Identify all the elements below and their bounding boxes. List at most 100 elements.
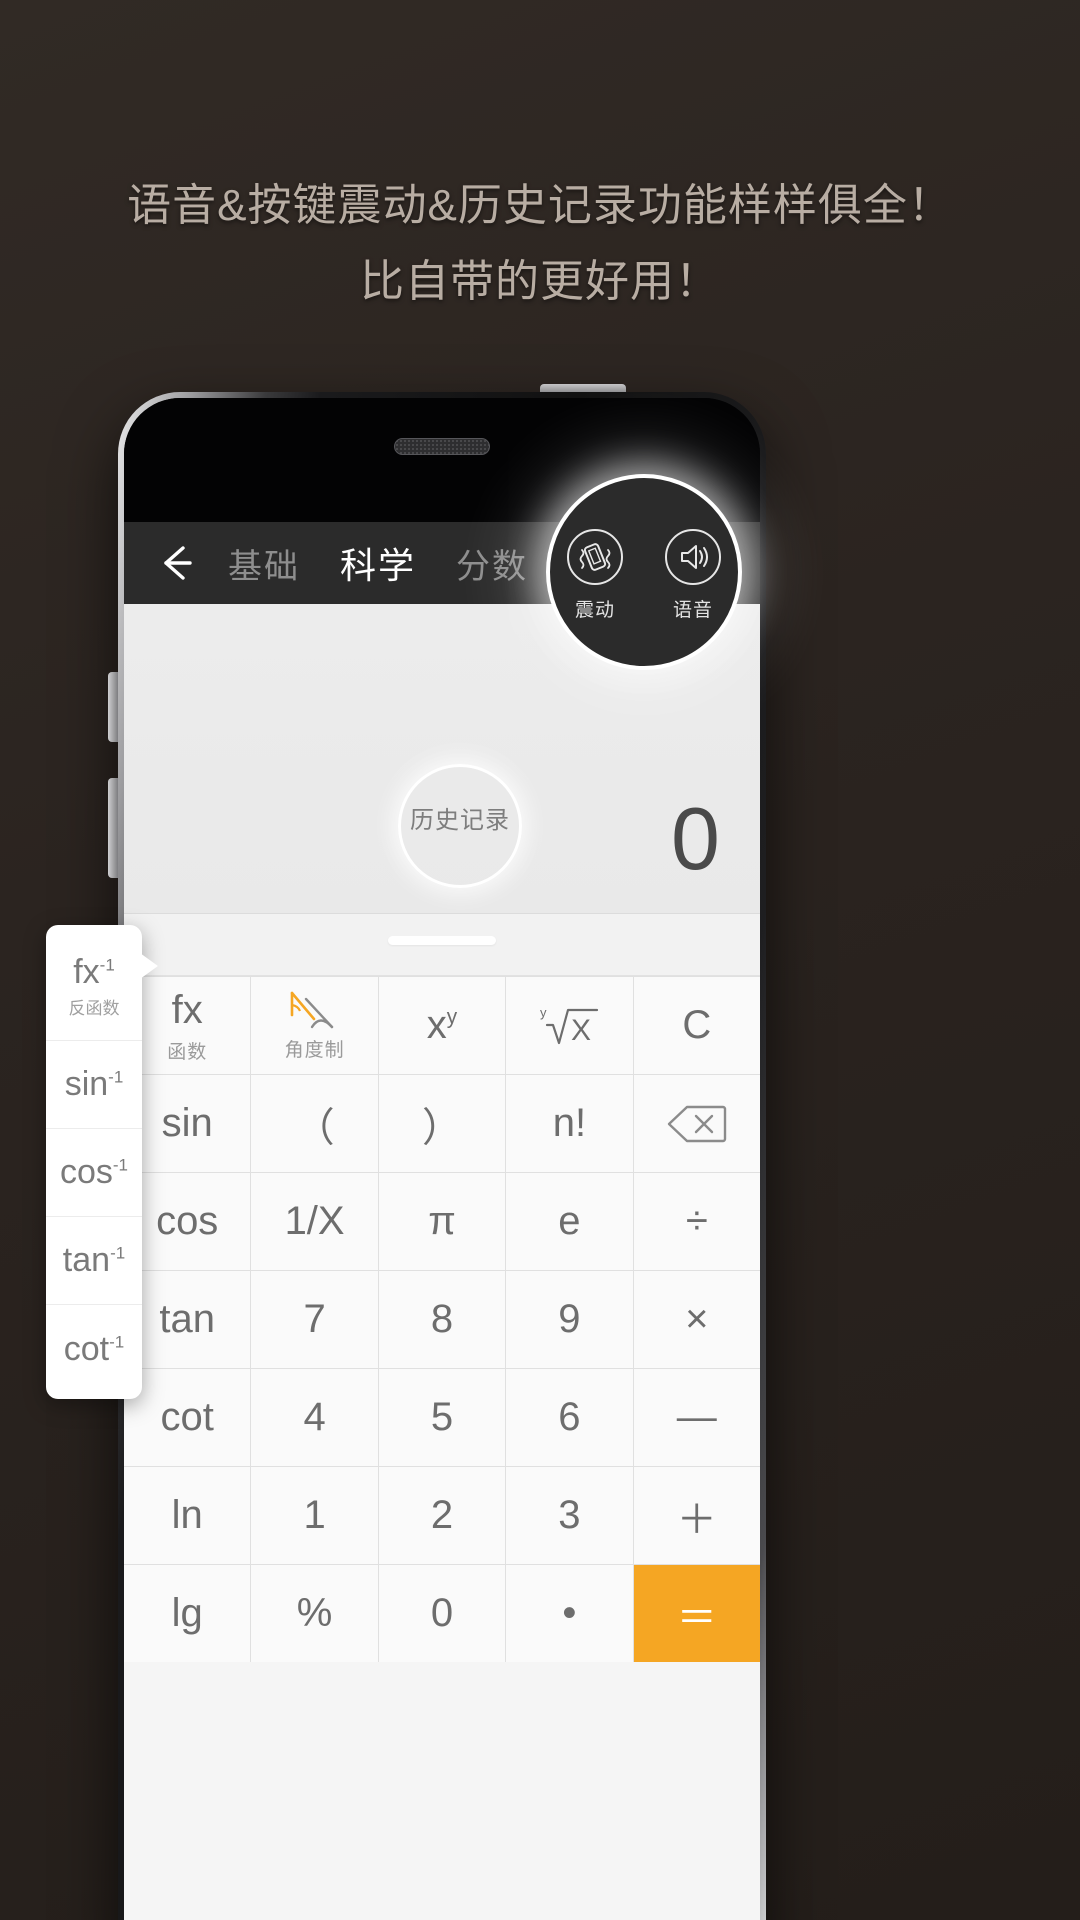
- key-label: 8: [430, 1297, 454, 1341]
- key-2[interactable]: 2: [378, 1467, 506, 1564]
- vibrate-label: 震动: [574, 599, 615, 621]
- key-label: 1: [303, 1493, 326, 1537]
- promo-headline-line2: 比自带的更好用！: [360, 257, 720, 306]
- key-7[interactable]: 7: [251, 1271, 378, 1368]
- voice-label: 语音: [672, 599, 713, 621]
- speaker-icon: [681, 544, 708, 569]
- tab-fraction[interactable]: 分数: [456, 539, 528, 588]
- key-4[interactable]: 4: [251, 1369, 378, 1466]
- key-label: C: [682, 1003, 712, 1047]
- key-c[interactable]: C: [633, 977, 760, 1074]
- calculator-keypad: fx 函数 角度制 xy y X Csin （） n! cos 1/X π e ÷ tan 7 8 9 × cot 4 5…: [124, 976, 760, 1662]
- inverse-item-label: sin-1: [64, 1065, 124, 1103]
- tools-spotlight: 震动 语音: [546, 474, 742, 670]
- svg-text:y: y: [540, 1005, 547, 1020]
- svg-text:X: X: [571, 1014, 591, 1047]
- key-9[interactable]: 9: [506, 1271, 633, 1368]
- key-label: %: [296, 1591, 333, 1635]
- key-label: （: [294, 1105, 335, 1150]
- key-0[interactable]: 0: [378, 1565, 506, 1662]
- vibrate-tool[interactable]: 震动: [553, 528, 637, 622]
- key-×[interactable]: ×: [633, 1271, 760, 1368]
- key-label: n!: [552, 1101, 587, 1145]
- key-π[interactable]: π: [378, 1173, 506, 1270]
- key-label: tan: [159, 1297, 215, 1341]
- mode-tabs: 基础 科学 分数: [228, 537, 528, 589]
- key-cot[interactable]: cot: [124, 1369, 251, 1466]
- key-label: •: [562, 1591, 577, 1635]
- key-label: 6: [558, 1395, 581, 1439]
- key-label: 4: [303, 1395, 326, 1439]
- inverse-item-tan[interactable]: tan-1: [46, 1217, 142, 1305]
- tab-basic[interactable]: 基础: [228, 539, 300, 588]
- history-strip[interactable]: [124, 914, 760, 976]
- key-3[interactable]: 3: [506, 1467, 633, 1564]
- key-（[interactable]: （: [251, 1075, 378, 1172]
- key-label: 7: [303, 1297, 326, 1341]
- key-label: lg: [171, 1591, 203, 1635]
- inverse-item-label: cot-1: [63, 1329, 125, 1368]
- key-x[interactable]: xy: [378, 977, 506, 1074]
- key-＝[interactable]: ＝: [633, 1565, 760, 1662]
- key-label: sin: [161, 1101, 213, 1145]
- key-%[interactable]: %: [251, 1565, 378, 1662]
- key-label: xy: [426, 1003, 458, 1047]
- key-tan[interactable]: tan: [124, 1271, 251, 1368]
- backspace-icon: [667, 1105, 726, 1142]
- key-sublabel: 函数: [167, 1041, 208, 1063]
- voice-tool[interactable]: 语音: [651, 528, 735, 622]
- key-）[interactable]: ）: [378, 1075, 506, 1172]
- key-cos[interactable]: cos: [124, 1173, 251, 1270]
- key-label: 5: [430, 1395, 454, 1439]
- key-angle[interactable]: 角度制: [251, 977, 378, 1074]
- key-—[interactable]: —: [633, 1369, 760, 1466]
- key-6[interactable]: 6: [506, 1369, 633, 1466]
- key-÷[interactable]: ÷: [633, 1173, 760, 1270]
- key-sublabel: 角度制: [284, 1040, 345, 1061]
- key-nth-root[interactable]: yX: [506, 977, 633, 1074]
- key-label: ÷: [685, 1199, 708, 1243]
- back-arrow-icon[interactable]: [154, 540, 200, 586]
- key-label: 9: [558, 1297, 581, 1341]
- key-label: —: [676, 1395, 717, 1439]
- key-label: cot: [160, 1395, 214, 1439]
- phone-volume-down-button: [108, 778, 118, 878]
- key-1/x[interactable]: 1/X: [251, 1173, 378, 1270]
- key-label: 2: [430, 1493, 454, 1537]
- phone-volume-up-button: [108, 672, 118, 742]
- history-drag-handle[interactable]: [388, 936, 496, 945]
- key-backspace[interactable]: [633, 1075, 760, 1172]
- key-label: e: [558, 1199, 581, 1243]
- inverse-item-label: cos-1: [59, 1153, 129, 1191]
- key-label: 3: [558, 1493, 581, 1537]
- inverse-item-cos[interactable]: cos-1: [46, 1129, 142, 1217]
- speaker-icon-ring: [665, 528, 721, 585]
- key-5[interactable]: 5: [378, 1369, 506, 1466]
- promo-screenshot: 语音&按键震动&历史记录功能样样俱全！ 比自带的更好用！ 基础 科学 分数 0 …: [0, 0, 1080, 1920]
- inverse-item-label: fx-1: [73, 952, 115, 991]
- key-label: fx: [171, 987, 203, 1032]
- inverse-item-sin[interactable]: sin-1: [46, 1041, 142, 1129]
- inverse-function-popup: fx-1 反函数 sin-1 cos-1 tan-1 cot-1: [46, 925, 158, 1399]
- tab-scientific[interactable]: 科学: [340, 537, 416, 589]
- vibrate-icon: [579, 542, 611, 571]
- key-e[interactable]: e: [506, 1173, 633, 1270]
- key-label: ＝: [676, 1595, 717, 1640]
- key-label: 1/X: [284, 1199, 345, 1243]
- key-ln[interactable]: ln: [124, 1467, 251, 1564]
- key-1[interactable]: 1: [251, 1467, 378, 1564]
- inverse-item-cot[interactable]: cot-1: [46, 1305, 142, 1393]
- key-•[interactable]: •: [506, 1565, 633, 1662]
- key-label: cos: [156, 1199, 219, 1243]
- display-value: 0: [671, 789, 720, 888]
- key-n![interactable]: n!: [506, 1075, 633, 1172]
- inverse-item-fx[interactable]: fx-1 反函数: [46, 931, 142, 1041]
- key-＋[interactable]: ＋: [633, 1467, 760, 1564]
- key-lg[interactable]: lg: [124, 1565, 251, 1662]
- key-8[interactable]: 8: [378, 1271, 506, 1368]
- inverse-item-label: tan-1: [62, 1241, 126, 1279]
- key-label: 0: [430, 1591, 454, 1635]
- key-sin[interactable]: sin: [124, 1075, 251, 1172]
- promo-headline-line1: 语音&按键震动&历史记录功能样样俱全！: [127, 181, 953, 230]
- key-函数[interactable]: fx 函数: [124, 977, 251, 1074]
